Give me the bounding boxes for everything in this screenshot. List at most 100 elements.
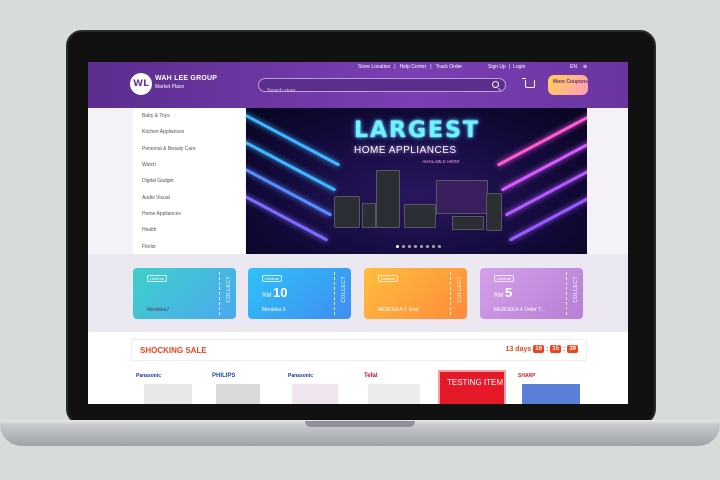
account-links: Sign Up | Login: [488, 64, 525, 70]
logo-mark[interactable]: WL: [130, 73, 152, 95]
countdown-hours: 16: [533, 345, 544, 353]
coupon-section: Lifetime Merdeka7 COLLECT Lifetime RM 10…: [88, 254, 628, 332]
coupon-tag: Lifetime: [494, 275, 515, 282]
coupon-card-3[interactable]: Lifetime MERDEKA 5 Total COLLECT: [364, 268, 467, 319]
coupon-tag: Lifetime: [262, 275, 283, 282]
more-coupons-button[interactable]: More Coupons: [548, 75, 588, 95]
brand-logo-panasonic: Panasonic: [136, 373, 162, 379]
appliance-image: [404, 204, 436, 228]
search-icon[interactable]: [492, 81, 499, 88]
sidebar-item-baby-toys[interactable]: Baby & Toys: [133, 108, 245, 124]
sidebar-item-digital-gadget[interactable]: Digital Gadget: [133, 173, 245, 189]
coupon-amount: RM 5: [494, 285, 513, 300]
collect-button[interactable]: COLLECT: [573, 276, 579, 303]
sale-header: SHOCKING SALE 13 days 16 : 15 : 39: [131, 339, 587, 361]
coupon-tag: Lifetime: [147, 275, 168, 282]
sidebar-item-watch[interactable]: Watch: [133, 157, 245, 173]
collect-button[interactable]: COLLECT: [341, 276, 347, 303]
product-card[interactable]: [292, 384, 338, 404]
sidebar-item-audio-visual[interactable]: Audio Visual: [133, 189, 245, 205]
link-divider: |: [430, 64, 432, 70]
banner-title: LARGEST: [354, 118, 480, 143]
tv-image: [436, 180, 488, 214]
coupon-name: MERDEKA 5 Total: [378, 307, 419, 313]
neon-beam: [246, 162, 333, 217]
carousel-dot[interactable]: [402, 245, 405, 248]
language-label[interactable]: EN: [570, 64, 577, 70]
coupon-amount: RM 10: [262, 285, 288, 300]
top-links: Store Location | Help Center | Track Ord…: [358, 64, 462, 70]
neon-beam: [500, 137, 587, 192]
category-sidebar: Baby & Toys Kitchen Appliances Personal …: [133, 108, 245, 254]
coupon-perforation: [566, 272, 567, 315]
neon-beam: [496, 112, 587, 167]
washing-machine-image: [334, 196, 360, 228]
brand-logo-sharp: SHARP: [518, 373, 536, 379]
carousel-dot[interactable]: [414, 245, 417, 248]
carousel-dots: [396, 245, 441, 248]
neon-beam: [246, 112, 341, 167]
link-divider: |: [508, 64, 511, 70]
countdown-seconds: 39: [567, 345, 578, 353]
sidebar-item-home-appliances[interactable]: Home Appliances: [133, 206, 245, 222]
coupon-card-2[interactable]: Lifetime RM 10 Merdeka 6 COLLECT: [248, 268, 351, 319]
cart-icon[interactable]: [522, 78, 535, 88]
coupon-name: MERDEKA 4 Order T...: [494, 307, 545, 313]
brand-logo-tefal: Tefal: [364, 373, 378, 379]
countdown-minutes: 15: [550, 345, 561, 353]
coupon-name: Merdeka7: [147, 307, 170, 313]
coupon-perforation: [450, 272, 451, 315]
banner-subtitle: HOME APPLIANCES: [354, 145, 457, 156]
sale-countdown: 13 days 16 : 15 : 39: [506, 345, 578, 353]
language-switcher[interactable]: EN ⊕: [570, 64, 587, 70]
link-divider: |: [394, 64, 396, 70]
coupon-card-4[interactable]: Lifetime RM 5 MERDEKA 4 Order T... COLLE…: [480, 268, 583, 319]
brand-logo-panasonic: Panasonic: [288, 373, 314, 379]
banner-tagline: AVAILABLE HERE: [422, 159, 460, 164]
sidebar-item-personal-beauty[interactable]: Personal & Beauty Care: [133, 141, 245, 157]
brand-subtitle: Market Place: [155, 84, 185, 90]
neon-beam: [508, 187, 587, 242]
neon-beam: [504, 162, 587, 217]
login-link[interactable]: Login: [513, 64, 525, 70]
browser-screen: Store Location | Help Center | Track Ord…: [88, 62, 628, 404]
globe-icon[interactable]: ⊕: [583, 64, 587, 70]
coupon-card-1[interactable]: Lifetime Merdeka7 COLLECT: [133, 268, 236, 319]
carousel-dot[interactable]: [438, 245, 441, 248]
neon-beam: [246, 187, 329, 242]
refrigerator-image: [376, 170, 400, 228]
search-bar[interactable]: [258, 78, 506, 97]
sidebar-item-health[interactable]: Health: [133, 222, 245, 238]
product-card[interactable]: [216, 384, 260, 404]
sale-title: SHOCKING SALE: [140, 346, 207, 355]
help-center-link[interactable]: Help Center: [400, 64, 427, 70]
brand-logo-philips: PHILIPS: [212, 373, 236, 379]
testing-item-tile[interactable]: TESTING ITEM: [438, 370, 506, 404]
sign-up-link[interactable]: Sign Up: [488, 64, 506, 70]
countdown-days: 13 days: [505, 345, 532, 353]
coupon-perforation: [219, 272, 220, 315]
brand-name[interactable]: WAH LEE GROUP: [155, 75, 217, 82]
sidebar-item-kitchen-appliances[interactable]: Kitchen Appliances: [133, 124, 245, 140]
product-card[interactable]: [368, 384, 420, 404]
store-location-link[interactable]: Store Location: [358, 64, 390, 70]
carousel-dot[interactable]: [420, 245, 423, 248]
coupon-perforation: [334, 272, 335, 315]
countdown-separator: :: [562, 345, 566, 353]
carousel-dot[interactable]: [408, 245, 411, 248]
shocking-sale-section: SHOCKING SALE 13 days 16 : 15 : 39 Panas…: [88, 332, 628, 404]
search-input[interactable]: [259, 85, 479, 97]
track-order-link[interactable]: Track Order: [436, 64, 462, 70]
countdown-separator: :: [545, 345, 549, 353]
hero-banner[interactable]: LARGEST HOME APPLIANCES AVAILABLE HERE: [246, 108, 587, 254]
carousel-dot[interactable]: [426, 245, 429, 248]
site-header: Store Location | Help Center | Track Ord…: [88, 62, 628, 108]
sidebar-item-florist[interactable]: Florist: [133, 238, 245, 254]
collect-button[interactable]: COLLECT: [226, 276, 232, 303]
collect-button[interactable]: COLLECT: [457, 276, 463, 303]
carousel-dot[interactable]: [396, 245, 399, 248]
product-card[interactable]: [144, 384, 192, 404]
carousel-dot[interactable]: [432, 245, 435, 248]
product-card[interactable]: [522, 384, 580, 404]
coupon-tag: Lifetime: [378, 275, 399, 282]
